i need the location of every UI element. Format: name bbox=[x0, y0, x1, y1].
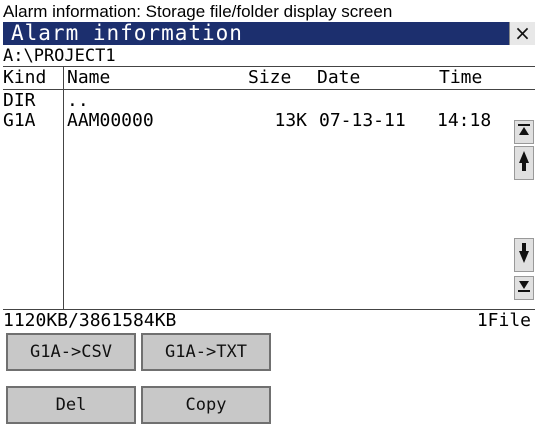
file-row[interactable]: DIR .. bbox=[3, 91, 511, 111]
file-size: 13K bbox=[274, 110, 307, 131]
status-bar: 1120KB/3861584KB 1File bbox=[3, 309, 535, 332]
column-header-name[interactable]: Name bbox=[67, 67, 110, 89]
alarm-information-window: Alarm information × A:\PROJECT1 Kind Nam… bbox=[3, 22, 535, 430]
file-kind: DIR bbox=[3, 90, 36, 111]
title-bar: Alarm information × bbox=[3, 22, 535, 45]
column-header-time[interactable]: Time bbox=[439, 67, 482, 89]
convert-to-txt-button[interactable]: G1A->TXT bbox=[141, 333, 271, 371]
scroll-to-top-icon[interactable] bbox=[514, 120, 534, 144]
scroll-down-icon bbox=[519, 243, 529, 263]
copy-button[interactable]: Copy bbox=[141, 386, 271, 424]
convert-to-csv-button[interactable]: G1A->CSV bbox=[6, 333, 136, 371]
vertical-scrollbar[interactable] bbox=[513, 90, 535, 310]
delete-button[interactable]: Del bbox=[6, 386, 136, 424]
file-time: 14:18 bbox=[437, 110, 492, 131]
scroll-to-bottom-icon bbox=[518, 281, 530, 292]
file-name: AAM00000 bbox=[67, 110, 154, 131]
close-button[interactable]: × bbox=[509, 22, 535, 45]
file-kind: G1A bbox=[3, 110, 36, 131]
file-list-header: Kind Name Size Date Time bbox=[3, 66, 535, 90]
scroll-up-icon bbox=[519, 151, 529, 171]
column-header-size[interactable]: Size bbox=[248, 67, 291, 89]
screen-caption: Alarm information: Storage file/folder d… bbox=[3, 2, 393, 21]
file-name: .. bbox=[67, 90, 89, 111]
scroll-down-icon[interactable] bbox=[514, 238, 534, 272]
file-count: 1File bbox=[476, 310, 531, 331]
column-header-date[interactable]: Date bbox=[317, 67, 360, 89]
file-row[interactable]: G1A AAM00000 13K 07-13-11 14:18 bbox=[3, 111, 511, 131]
file-date: 07-13-11 bbox=[319, 110, 406, 131]
column-header-kind[interactable]: Kind bbox=[3, 67, 46, 89]
window-title: Alarm information bbox=[11, 22, 243, 45]
scroll-up-icon[interactable] bbox=[514, 146, 534, 180]
scroll-to-top-icon bbox=[518, 124, 530, 135]
storage-capacity: 1120KB/3861584KB bbox=[3, 310, 177, 331]
current-path: A:\PROJECT1 bbox=[3, 46, 116, 66]
scroll-to-bottom-icon[interactable] bbox=[514, 276, 534, 300]
